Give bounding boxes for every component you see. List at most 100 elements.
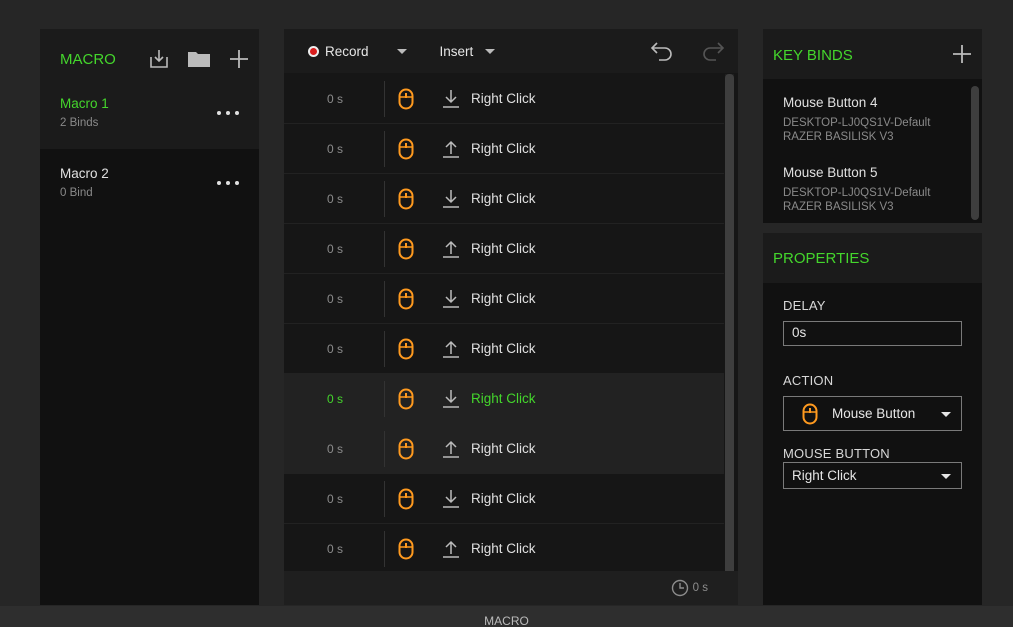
undo-icon[interactable]	[650, 39, 674, 61]
more-options-icon[interactable]	[217, 105, 239, 121]
release-up-icon	[427, 239, 465, 259]
event-label: Right Click	[471, 391, 536, 406]
folder-icon[interactable]	[179, 29, 219, 79]
press-down-icon	[427, 189, 465, 209]
event-label: Right Click	[471, 341, 536, 356]
chevron-down-icon	[941, 473, 951, 479]
import-icon[interactable]	[139, 29, 179, 79]
add-macro-icon[interactable]	[219, 29, 259, 79]
mouse-icon	[385, 488, 427, 510]
event-time: 0 s	[326, 241, 343, 256]
event-label: Right Click	[471, 191, 536, 206]
event-row[interactable]: 0 s Right Click	[284, 324, 724, 374]
key-bind-device: RAZER BASILISK V3	[783, 201, 894, 213]
mouse-button-value: Right Click	[792, 468, 857, 483]
mouse-button-select[interactable]: Right Click	[783, 462, 962, 489]
key-bind-device: RAZER BASILISK V3	[783, 131, 894, 143]
event-label: Right Click	[471, 241, 536, 256]
event-label: Right Click	[471, 291, 536, 306]
insert-label: Insert	[439, 43, 474, 59]
key-bind-profile: DESKTOP-LJ0QS1V-Default	[783, 187, 931, 199]
key-bind-item[interactable]: Mouse Button 4 DESKTOP-LJ0QS1V-Default R…	[763, 79, 982, 149]
event-time: 0 s	[326, 491, 343, 506]
macro-name: Macro 2	[60, 166, 109, 181]
mouse-icon	[385, 538, 427, 560]
event-time: 0 s	[326, 291, 343, 306]
mouse-icon	[385, 338, 427, 360]
properties-title: PROPERTIES	[763, 233, 982, 283]
macro-binds-count: 2 Binds	[60, 117, 99, 129]
event-label: Right Click	[471, 91, 536, 106]
statusbar-label: MACRO	[484, 614, 529, 627]
delay-label: DELAY	[783, 298, 826, 313]
key-bind-item[interactable]: Mouse Button 5 DESKTOP-LJ0QS1V-Default R…	[763, 149, 982, 219]
mouse-icon	[385, 388, 427, 410]
events-panel: Record Insert 0 s Right Click 0 s Right Cli…	[284, 29, 738, 605]
event-row[interactable]: 0 s Right Click	[284, 524, 724, 574]
event-row[interactable]: 0 s Right Click	[284, 474, 724, 524]
key-binds-header: KEY BINDS	[763, 29, 982, 79]
release-up-icon	[427, 539, 465, 559]
mouse-icon	[385, 88, 427, 110]
key-bind-profile: DESKTOP-LJ0QS1V-Default	[783, 117, 931, 129]
events-scroll-thumb[interactable]	[725, 74, 734, 597]
key-binds-title: KEY BINDS	[773, 46, 853, 64]
event-list: 0 s Right Click 0 s Right Click 0 s Right Cli…	[284, 74, 724, 574]
release-up-icon	[427, 339, 465, 359]
insert-button[interactable]: Insert	[440, 29, 474, 73]
action-label: ACTION	[783, 373, 834, 388]
record-button[interactable]: Record	[308, 29, 369, 73]
mouse-icon	[385, 238, 427, 260]
event-label: Right Click	[471, 441, 536, 456]
macro-name: Macro 1	[60, 96, 109, 111]
record-dropdown-icon[interactable]	[396, 48, 407, 54]
add-key-bind-icon[interactable]	[942, 44, 982, 64]
press-down-icon	[427, 289, 465, 309]
record-label: Record	[325, 43, 369, 59]
event-time: 0 s	[326, 191, 343, 206]
macro-item[interactable]: Macro 2 0 Bind	[40, 149, 259, 219]
event-row[interactable]: 0 s Right Click	[284, 374, 724, 424]
event-row[interactable]: 0 s Right Click	[284, 124, 724, 174]
delay-input[interactable]: 0s	[783, 321, 962, 346]
macro-item[interactable]: Macro 1 2 Binds	[40, 79, 259, 149]
total-duration: 0 s	[692, 582, 708, 594]
clock-icon	[671, 579, 688, 597]
macro-header: MACRO	[40, 29, 259, 79]
release-up-icon	[427, 439, 465, 459]
mouse-icon	[802, 403, 818, 424]
mouse-icon	[385, 138, 427, 160]
press-down-icon	[427, 89, 465, 109]
events-toolbar: Record Insert	[284, 29, 738, 73]
macro-panel: MACRO Macro 1 2 Binds Macro 2 0 Bind	[40, 29, 259, 605]
event-row[interactable]: 0 s Right Click	[284, 274, 724, 324]
mouse-icon	[385, 188, 427, 210]
event-time: 0 s	[326, 341, 343, 356]
insert-dropdown-icon[interactable]	[485, 48, 496, 54]
redo-icon[interactable]	[701, 39, 725, 61]
statusbar: MACRO	[0, 606, 1013, 627]
events-scrollbar[interactable]	[725, 74, 734, 597]
press-down-icon	[427, 489, 465, 509]
event-time: 0 s	[326, 141, 343, 156]
macro-title: MACRO	[60, 50, 116, 68]
event-label: Right Click	[471, 491, 536, 506]
event-label: Right Click	[471, 141, 536, 156]
event-time: 0 s	[326, 441, 343, 456]
event-time: 0 s	[326, 541, 343, 556]
key-binds-scrollbar[interactable]	[971, 86, 979, 220]
release-up-icon	[427, 139, 465, 159]
event-row[interactable]: 0 s Right Click	[284, 424, 724, 474]
event-row[interactable]: 0 s Right Click	[284, 224, 724, 274]
action-select[interactable]: Mouse Button	[783, 396, 962, 431]
event-row[interactable]: 0 s Right Click	[284, 174, 724, 224]
action-value: Mouse Button	[832, 406, 916, 421]
chevron-down-icon	[941, 411, 951, 417]
more-options-icon[interactable]	[217, 175, 239, 191]
event-label: Right Click	[471, 541, 536, 556]
key-binds-panel: KEY BINDS Mouse Button 4 DESKTOP-LJ0QS1V…	[763, 29, 982, 223]
press-down-icon	[427, 389, 465, 409]
events-footer: 0 s	[284, 571, 738, 605]
event-row[interactable]: 0 s Right Click	[284, 74, 724, 124]
record-icon	[308, 45, 319, 57]
